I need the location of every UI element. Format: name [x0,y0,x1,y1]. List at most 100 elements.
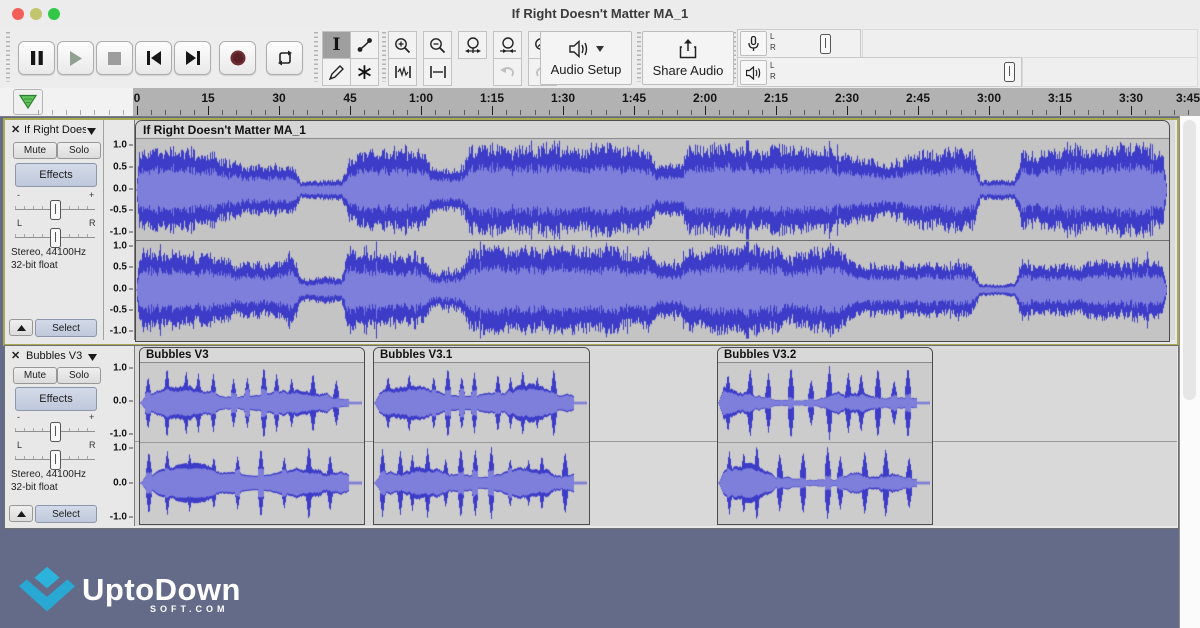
ruler-minor-tick [762,110,763,115]
share-audio-button[interactable]: Share Audio [642,31,734,85]
waveform-channel-left[interactable] [374,364,587,442]
recording-volume-slider[interactable] [820,34,831,54]
trim-audio-outside-selection-button[interactable] [388,58,417,86]
draw-tool-button[interactable] [322,58,351,86]
fit-selection-button[interactable] [458,31,487,59]
vertical-scale-label: -1.0 [110,227,127,238]
ruler-minor-tick [464,110,465,115]
collapse-track-button[interactable] [9,319,33,336]
record-button[interactable] [219,41,256,75]
waveform-channel-left[interactable] [140,364,362,442]
audio-setup-button[interactable]: Audio Setup [540,31,632,85]
ruler-minor-tick [407,110,408,115]
zoom-in-button[interactable] [388,31,417,59]
mute-button[interactable]: Mute [13,367,57,384]
silence-audio-selection-button[interactable] [423,58,452,86]
ruler-minor-tick [520,110,521,115]
track-1-clip-area[interactable]: If Right Doesn't Matter MA_1 [135,120,1175,340]
vertical-scrollbar[interactable] [1179,116,1200,628]
toolbar-grip[interactable] [314,32,318,82]
gain-slider[interactable] [50,200,61,220]
track-1-title[interactable]: If Right Doesn [24,124,86,136]
stop-button[interactable] [96,41,133,75]
gain-slider[interactable] [50,422,61,442]
ruler-minor-tick [819,110,820,115]
ruler-minor-tick [662,110,663,115]
ruler-minor-tick [946,110,947,115]
envelope-tool-button[interactable] [350,31,379,59]
recording-meter-left-label: L [770,33,774,41]
track-menu-icon[interactable] [88,354,97,361]
clip-title[interactable]: Bubbles V3.1 [374,348,589,363]
zoom-out-button[interactable] [423,31,452,59]
select-track-button[interactable]: Select [35,505,97,523]
track-2-vertical-scale[interactable]: 1.00.0-1.01.00.0-1.0 [104,346,135,526]
solo-button[interactable]: Solo [57,142,101,159]
loop-button[interactable] [266,41,303,75]
waveform-channel-left[interactable] [136,140,1167,240]
multi-tool-button[interactable]: ∗ [350,58,379,86]
mute-button[interactable]: Mute [13,142,57,159]
playback-volume-slider[interactable] [1004,62,1015,82]
track-2-control-panel: ✕ Bubbles V3 Mute Solo Effects - + L R S… [5,346,105,526]
title-bar: If Right Doesn't Matter MA_1 [0,0,1200,29]
vertical-scrollbar-thumb[interactable] [1183,120,1196,400]
toolbar-grip[interactable] [382,32,386,82]
ruler-minor-tick [66,110,67,115]
solo-button[interactable]: Solo [57,367,101,384]
audio-clip[interactable]: Bubbles V3.2 [717,347,933,525]
microphone-icon[interactable] [740,31,767,56]
track-2-clip-area[interactable]: Bubbles V3 Bubbles V3.1 Bubbles V3.2 [135,346,1177,526]
track-1-vertical-scale[interactable]: 1.00.50.0-0.5-1.01.00.50.0-0.5-1.0 [104,120,135,340]
track-2-title[interactable]: Bubbles V3 [26,350,84,362]
clip-title[interactable]: If Right Doesn't Matter MA_1 [136,121,1169,139]
select-track-button[interactable]: Select [35,319,97,337]
skip-to-end-button[interactable] [174,41,211,75]
waveform-channel-left[interactable] [718,364,930,442]
fit-selection-icon [464,36,482,54]
audio-clip[interactable]: Bubbles V3.1 [373,347,590,525]
ruler-minor-tick [251,110,252,115]
share-audio-label: Share Audio [653,63,724,78]
audio-clip[interactable]: If Right Doesn't Matter MA_1 [135,120,1170,342]
toolbar-grip[interactable] [637,32,641,82]
speaker-icon[interactable] [740,60,767,85]
fit-project-button[interactable] [493,31,522,59]
recording-meter[interactable]: L R [737,29,861,58]
clip-title[interactable]: Bubbles V3.2 [718,348,932,363]
pan-slider[interactable] [50,228,61,248]
ruler-minor-tick [875,110,876,115]
ruler-minor-tick [1046,110,1047,115]
play-region-icon [18,94,38,110]
effects-button[interactable]: Effects [15,163,97,187]
selection-tool-button[interactable]: I [322,31,351,59]
pan-right-label: R [89,440,96,450]
waveform-channel-right[interactable] [718,443,930,523]
close-track-button[interactable]: ✕ [11,123,20,136]
undo-button[interactable] [493,58,522,86]
track-workspace[interactable]: ✕ If Right Doesn Mute Solo Effects - + L… [0,116,1179,628]
toolbar-grip[interactable] [6,32,10,82]
ruler-time-label: 0 [134,91,141,105]
clip-title[interactable]: Bubbles V3 [140,348,364,363]
pause-button[interactable] [18,41,55,75]
ruler-minor-tick [293,110,294,115]
waveform-channel-right[interactable] [140,443,362,523]
track-menu-icon[interactable] [87,128,96,135]
window-title: If Right Doesn't Matter MA_1 [0,6,1200,21]
silence-audio-icon [429,65,447,79]
waveform-channel-right[interactable] [136,241,1167,339]
ruler-minor-tick [236,110,237,115]
pan-slider[interactable] [50,450,61,470]
waveform-channel-right[interactable] [374,443,587,523]
collapse-track-button[interactable] [9,505,33,522]
audio-clip[interactable]: Bubbles V3 [139,347,365,525]
ruler-minor-tick [322,110,323,115]
gain-plus-label: + [89,190,94,200]
playback-meter[interactable]: L R [737,57,1022,87]
timeline-ruler[interactable]: 01530451:001:151:301:452:002:152:302:453… [0,88,1200,117]
skip-to-start-button[interactable] [135,41,172,75]
effects-button[interactable]: Effects [15,387,97,411]
close-track-button[interactable]: ✕ [11,349,20,362]
play-button[interactable] [57,41,94,75]
